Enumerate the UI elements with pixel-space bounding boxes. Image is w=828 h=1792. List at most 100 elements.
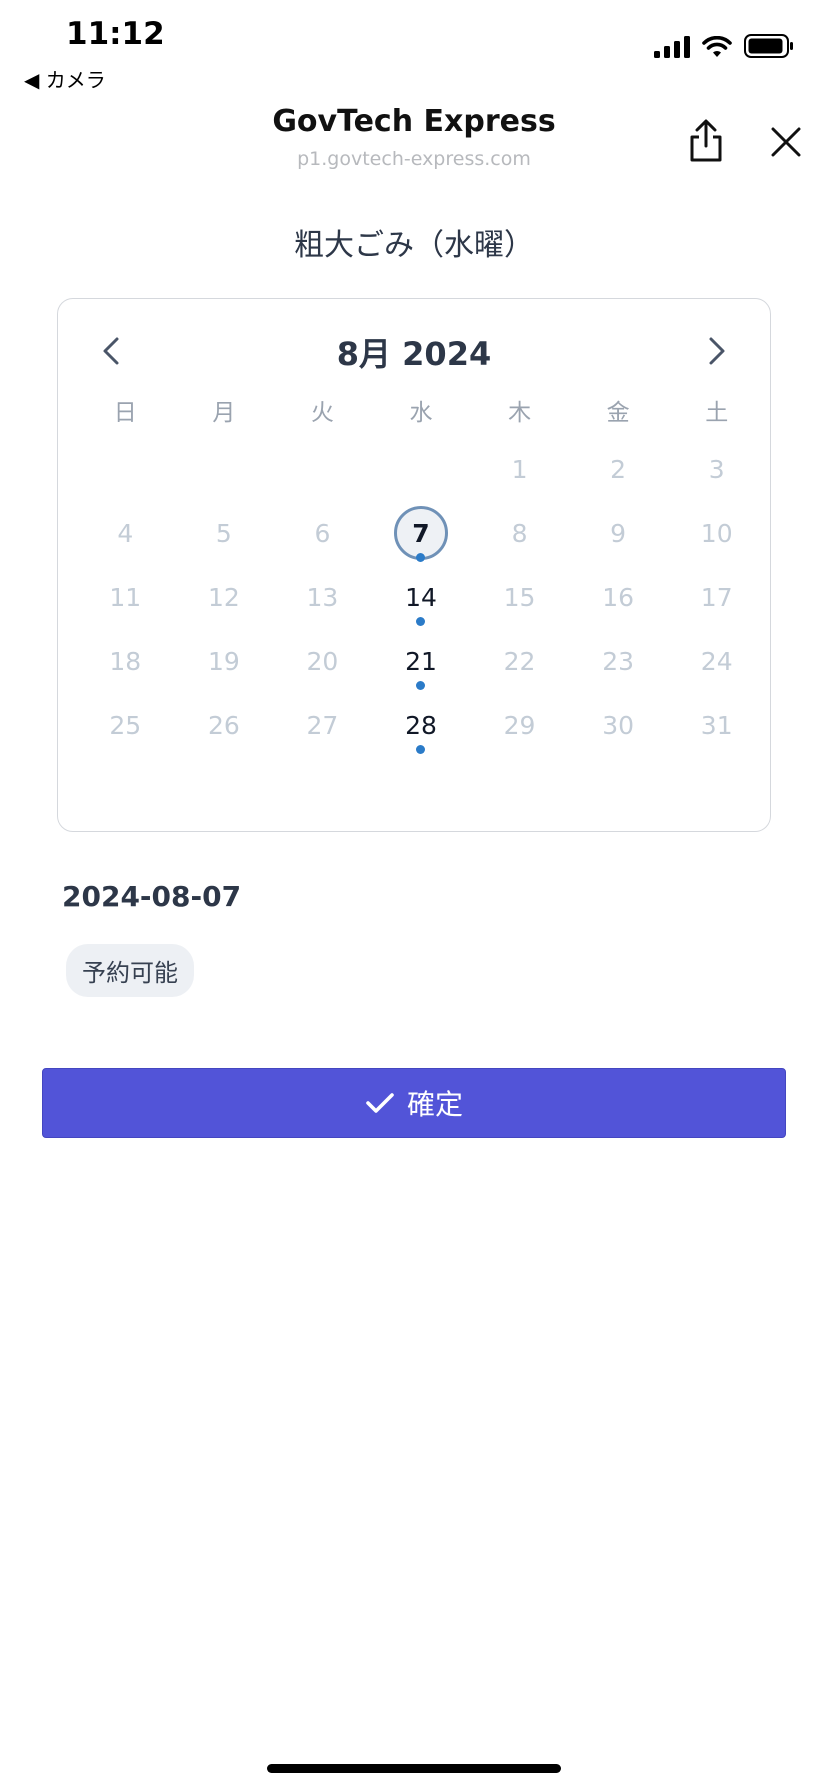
calendar-day-number: 16: [602, 582, 635, 612]
checkmark-icon: [366, 1093, 394, 1113]
weekday-label: 土: [705, 400, 729, 426]
selected-date: 2024-08-07: [62, 880, 242, 913]
calendar-day-number: 22: [503, 646, 536, 676]
calendar-day-disabled: 12: [175, 565, 274, 629]
calendar-day-number: 2: [610, 454, 627, 484]
calendar-day-number: 27: [306, 710, 339, 740]
calendar-day-available[interactable]: 21: [372, 629, 471, 693]
calendar: 8月 2024 日 月 火 水 木 金 土 1 2 3 4 5 6 7 8 9 10 11 12 13 1…: [57, 298, 771, 832]
calendar-day-disabled: 27: [273, 693, 372, 757]
calendar-day-number: 18: [109, 646, 142, 676]
calendar-day-disabled: 15: [470, 565, 569, 629]
calendar-day-number: 15: [503, 582, 536, 612]
availability-dot: [416, 681, 426, 690]
wifi-icon: [702, 36, 732, 57]
calendar-day-disabled: 13: [273, 565, 372, 629]
weekday-label: 火: [310, 400, 334, 426]
calendar-day-disabled: 10: [667, 501, 766, 565]
calendar-day-disabled: 22: [470, 629, 569, 693]
calendar-day-number: 6: [314, 518, 331, 548]
availability-dot: [416, 553, 426, 562]
calendar-day-number: 29: [503, 710, 536, 740]
calendar-day-disabled: 29: [470, 693, 569, 757]
calendar-day-number: 9: [610, 518, 627, 548]
calendar-day-number: 3: [708, 454, 725, 484]
weekday-label: 金: [606, 400, 630, 426]
calendar-day-number: 10: [700, 518, 733, 548]
calendar-day-number: 19: [207, 646, 240, 676]
cellular-signal-icon: [654, 36, 690, 58]
calendar-day-disabled: 9: [569, 501, 668, 565]
calendar-day-number: 20: [306, 646, 339, 676]
calendar-day-number: 30: [602, 710, 635, 740]
calendar-day-disabled: 25: [76, 693, 175, 757]
battery-icon: [744, 34, 793, 58]
weekday-label: 水: [409, 400, 433, 426]
weekday-label: 木: [508, 400, 532, 426]
weekday-label: 日: [113, 400, 137, 426]
availability-dot: [416, 617, 426, 626]
calendar-day-number: 14: [405, 582, 437, 612]
calendar-day-number: 5: [215, 518, 232, 548]
calendar-day-number: 11: [109, 582, 142, 612]
calendar-blank-cell: [372, 437, 471, 501]
availability-dot: [416, 745, 426, 754]
calendar-day-disabled: 18: [76, 629, 175, 693]
share-icon: [690, 119, 722, 162]
confirm-button[interactable]: 確定: [42, 1068, 786, 1138]
calendar-day-disabled: 24: [667, 629, 766, 693]
calendar-day-disabled: 23: [569, 629, 668, 693]
calendar-day-number: 21: [405, 646, 437, 676]
weekday-label: 月: [212, 400, 236, 426]
status-time: 11:12: [66, 16, 165, 52]
calendar-day-number: 13: [306, 582, 339, 612]
screen: 11:12 ◀ カメラ GovTech Express p1.govtech-e…: [0, 0, 828, 1792]
share-button[interactable]: [684, 118, 728, 164]
calendar-day-number: 17: [700, 582, 733, 612]
calendar-day-number: 28: [405, 710, 437, 740]
calendar-day-available[interactable]: 14: [372, 565, 471, 629]
calendar-day-disabled: 1: [470, 437, 569, 501]
calendar-blank-cell: [175, 437, 274, 501]
calendar-day-number: 31: [700, 710, 733, 740]
calendar-blank-cell: [76, 437, 175, 501]
calendar-day-disabled: 19: [175, 629, 274, 693]
availability-badge: 予約可能: [66, 944, 194, 997]
back-to-camera-link[interactable]: ◀ カメラ: [24, 64, 106, 93]
status-icons: [654, 34, 794, 58]
calendar-day-disabled: 6: [273, 501, 372, 565]
calendar-day-disabled: 17: [667, 565, 766, 629]
confirm-button-label: 確定: [406, 1088, 463, 1121]
calendar-day-number: 8: [511, 518, 528, 548]
calendar-day-disabled: 20: [273, 629, 372, 693]
calendar-day-number: 4: [117, 518, 134, 548]
calendar-day-number: 26: [207, 710, 240, 740]
close-button[interactable]: [766, 122, 806, 162]
calendar-day-grid: 1 2 3 4 5 6 7 8 9 10 11 12 13 14 15 16 17 18 19 20 21 22 23 24 2…: [76, 437, 766, 757]
calendar-day-number: 1: [511, 454, 528, 484]
calendar-day-disabled: 5: [175, 501, 274, 565]
calendar-day-disabled: 30: [569, 693, 668, 757]
calendar-day-number: 24: [700, 646, 733, 676]
calendar-day-disabled: 8: [470, 501, 569, 565]
calendar-day-disabled: 26: [175, 693, 274, 757]
calendar-day-disabled: 3: [667, 437, 766, 501]
calendar-day-available[interactable]: 28: [372, 693, 471, 757]
next-month-button[interactable]: [704, 333, 730, 369]
calendar-day-disabled: 31: [667, 693, 766, 757]
close-icon: [771, 127, 801, 157]
calendar-day-number: 23: [602, 646, 635, 676]
page-title: 粗大ごみ（水曜）: [294, 228, 534, 263]
calendar-day-number: 12: [207, 582, 240, 612]
calendar-day-disabled: 4: [76, 501, 175, 565]
calendar-day-number: 7: [412, 518, 430, 548]
calendar-day-disabled: 11: [76, 565, 175, 629]
calendar-month-label: 8月 2024: [336, 335, 492, 373]
calendar-day-disabled: 2: [569, 437, 668, 501]
chevron-right-icon: [709, 337, 725, 365]
calendar-day-number: 25: [109, 710, 142, 740]
weekday-header: 日 月 火 水 木 金 土: [76, 393, 766, 427]
calendar-day-disabled: 16: [569, 565, 668, 629]
calendar-blank-cell: [273, 437, 372, 501]
calendar-day-selected[interactable]: 7: [372, 501, 471, 565]
